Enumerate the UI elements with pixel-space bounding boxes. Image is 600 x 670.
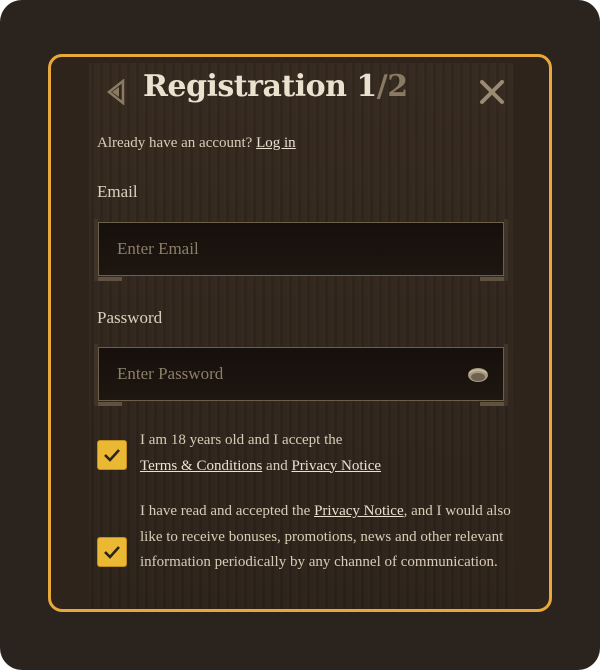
triangle-left-icon	[106, 79, 125, 105]
age-terms-label: I am 18 years old and I accept the	[140, 432, 343, 448]
email-field-wrapper	[94, 219, 508, 281]
terms-link[interactable]: Terms & Conditions	[140, 458, 262, 474]
password-field-wrapper	[94, 344, 508, 406]
login-prompt-text: Already have an account?	[97, 135, 253, 151]
close-icon	[480, 80, 504, 104]
back-button[interactable]	[103, 79, 129, 105]
marketing-checkbox[interactable]	[97, 537, 127, 567]
email-field[interactable]	[99, 223, 503, 275]
age-terms-text: I am 18 years old and I accept the Terms…	[140, 428, 520, 479]
marketing-text: I have read and accepted the Privacy Not…	[140, 499, 525, 576]
marketing-label-start: I have read and accepted the	[140, 503, 311, 519]
title-step: Registration 1	[143, 69, 377, 104]
show-password-toggle[interactable]	[467, 365, 489, 385]
checkmark-icon	[104, 546, 120, 559]
age-terms-checkbox[interactable]	[97, 440, 127, 470]
privacy-notice-link-2[interactable]: Privacy Notice	[314, 503, 404, 519]
privacy-notice-link[interactable]: Privacy Notice	[291, 458, 381, 474]
email-label: Email	[97, 182, 138, 201]
eye-icon	[468, 368, 488, 382]
title-total: /2	[376, 69, 408, 104]
and-text: and	[266, 457, 288, 474]
password-label: Password	[97, 308, 163, 327]
registration-modal: Registration 1/2 Already have an account…	[48, 54, 552, 612]
checkmark-icon	[104, 449, 120, 462]
login-link[interactable]: Log in	[256, 135, 296, 151]
close-button[interactable]	[477, 77, 507, 107]
password-field[interactable]	[99, 348, 503, 400]
modal-backdrop: Registration 1/2 Already have an account…	[0, 0, 600, 670]
login-prompt: Already have an account? Log in	[97, 135, 296, 152]
page-title: Registration 1/2	[143, 69, 408, 104]
